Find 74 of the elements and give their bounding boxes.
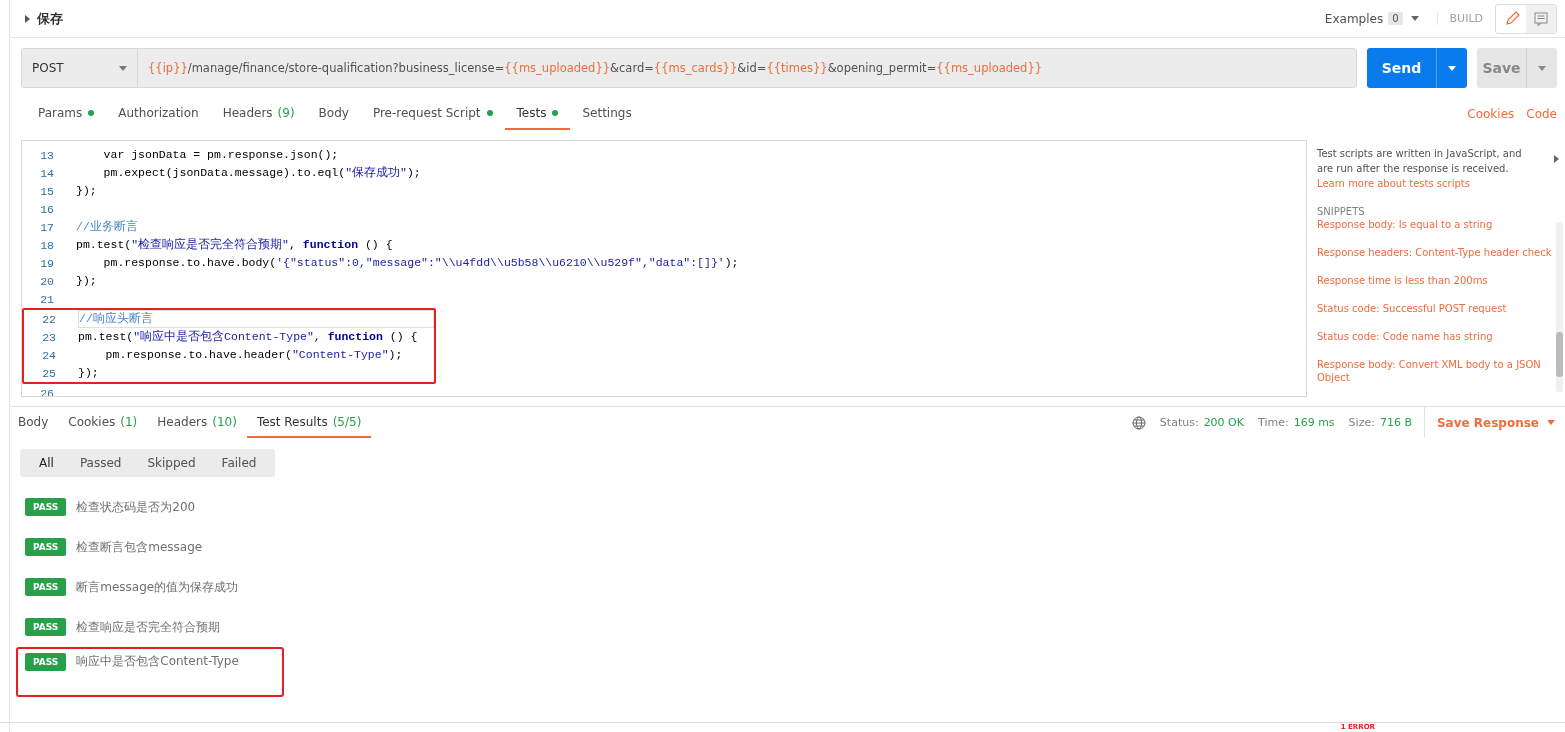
caret-icon[interactable] bbox=[1410, 16, 1419, 21]
code-line: }); bbox=[76, 183, 98, 199]
tab[interactable]: Tests bbox=[504, 98, 571, 130]
tab[interactable]: Pre-request Script bbox=[360, 98, 505, 130]
test-name: 检查状态码是否为200 bbox=[76, 498, 196, 516]
code-line: pm.test("响应中是否包含Content-Type", function () { bbox=[78, 329, 419, 345]
status-dot bbox=[552, 110, 559, 116]
line-number: 24 bbox=[41, 348, 57, 362]
filter-tab[interactable]: Skipped bbox=[134, 449, 209, 477]
line-number: 23 bbox=[41, 330, 57, 344]
line-number: 21 bbox=[39, 292, 55, 306]
scrollbar[interactable] bbox=[1556, 222, 1563, 392]
pass-badge: PASS bbox=[25, 538, 67, 556]
filter-tab[interactable]: Failed bbox=[208, 449, 270, 477]
examples-label[interactable]: Examples bbox=[1324, 11, 1384, 26]
line-number: 22 bbox=[41, 312, 57, 326]
stat-label: Status: bbox=[1159, 416, 1199, 429]
pass-badge: PASS bbox=[25, 653, 67, 671]
status-dot bbox=[88, 110, 95, 116]
code-line: pm.response.to.have.header("Content-Type"); bbox=[104, 347, 404, 363]
url-field[interactable]: {{ip}}/manage/finance/store-qualification?business_license={{ms_uploaded}}&card={{ms_cards}}&id={{times}}&opening_permit={{ms_uploaded}} bbox=[138, 49, 1356, 87]
stat-label: Size: bbox=[1348, 416, 1375, 429]
snippets-heading: SNIPPETS bbox=[1317, 206, 1366, 217]
method-dropdown[interactable]: POST bbox=[22, 49, 138, 87]
tab[interactable]: Test Results (5/5) bbox=[246, 407, 372, 438]
url-bar[interactable]: POST {{ip}}/manage/finance/store-qualification?business_license={{ms_uploaded}}&card={{ms_cards}}&id={{times}}&opening_permit={{ms_uploaded}} bbox=[21, 48, 1357, 88]
tab[interactable]: Headers (9) bbox=[210, 98, 307, 130]
status-dot bbox=[486, 110, 493, 116]
collapse-arrow-icon[interactable] bbox=[1554, 155, 1559, 163]
line-number: 13 bbox=[39, 148, 55, 162]
code-line: }); bbox=[76, 273, 98, 289]
stat-value: 169 ms bbox=[1293, 416, 1335, 429]
request-title: 保存 bbox=[37, 9, 63, 28]
code-line: pm.test("检查响应是否完全符合预期", function () { bbox=[76, 237, 394, 253]
stat-label: Time: bbox=[1258, 416, 1289, 429]
code-line: pm.expect(jsonData.message).to.eql("保存成功"); bbox=[102, 165, 422, 181]
expand-arrow-icon[interactable] bbox=[25, 14, 30, 23]
tab[interactable]: Authorization bbox=[106, 98, 211, 130]
line-number: 25 bbox=[41, 366, 57, 380]
filter-tab[interactable]: All bbox=[26, 449, 67, 477]
pass-badge: PASS bbox=[25, 578, 67, 596]
examples-count: 0 bbox=[1388, 12, 1403, 25]
test-name: 检查响应是否完全符合预期 bbox=[76, 618, 221, 636]
stat-value: 716 B bbox=[1379, 416, 1412, 429]
line-number: 20 bbox=[39, 274, 55, 288]
caret-icon[interactable] bbox=[119, 65, 127, 71]
tab[interactable]: Settings bbox=[570, 98, 644, 130]
line-number: 18 bbox=[39, 238, 55, 252]
test-name: 断言message的值为保存成功 bbox=[76, 578, 239, 596]
test-name: 检查断言包含message bbox=[76, 538, 203, 556]
line-number: 14 bbox=[39, 166, 55, 180]
tab[interactable]: Body bbox=[306, 98, 361, 130]
code-line: }); bbox=[78, 365, 100, 381]
pass-badge: PASS bbox=[25, 618, 67, 636]
tab[interactable]: Headers (10) bbox=[147, 407, 247, 438]
pass-badge: PASS bbox=[25, 498, 67, 516]
line-number: 17 bbox=[39, 220, 55, 234]
tab[interactable]: Body bbox=[18, 407, 59, 438]
line-number: 15 bbox=[39, 184, 55, 198]
code-line: //业务断言 bbox=[76, 219, 139, 235]
globe-icon[interactable] bbox=[1131, 415, 1146, 430]
code-line: var jsonData = pm.response.json(); bbox=[102, 147, 340, 163]
description-text: Test scripts are written in JavaScript, and are run after the response is received. bbox=[1317, 147, 1523, 176]
tab[interactable]: Cookies (1) bbox=[58, 407, 148, 438]
line-number: 16 bbox=[39, 202, 55, 216]
caret-icon[interactable] bbox=[1547, 420, 1555, 425]
filter-tab[interactable]: Passed bbox=[66, 449, 135, 477]
stat-value: 200 OK bbox=[1203, 416, 1244, 429]
comment-icon[interactable] bbox=[1526, 4, 1556, 33]
line-number: 26 bbox=[39, 386, 55, 396]
line-number: 19 bbox=[39, 256, 55, 270]
tab[interactable]: Params bbox=[26, 98, 107, 130]
test-name: 响应中是否包含Content-Type bbox=[76, 653, 239, 670]
code-line: pm.response.to.have.body('{"status":0,"message":"\\u4fdd\\u5b58\\u6210\\u529f","data":[]}'); bbox=[102, 255, 740, 271]
